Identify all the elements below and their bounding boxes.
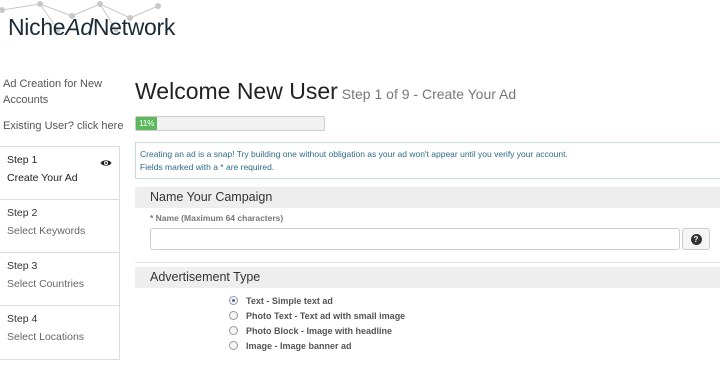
question-icon: ? <box>690 233 702 245</box>
step-label: Select Countries <box>7 278 85 290</box>
progress-bar: 11% <box>135 116 325 131</box>
radio-label: Text - Simple text ad <box>246 295 333 306</box>
step-label: Create Your Ad <box>7 172 78 184</box>
campaign-name-input[interactable] <box>150 228 680 250</box>
page-title: Welcome New User Step 1 of 9 - Create You… <box>135 78 516 105</box>
logo-text-network: Network <box>92 14 176 40</box>
logo-text-ad: Ad <box>65 14 93 40</box>
name-field-label: * Name (Maximum 64 characters) <box>150 213 284 223</box>
page-title-text: Welcome New User <box>135 78 338 104</box>
step-number: Step 4 <box>7 313 38 325</box>
info-alert: Creating an ad is a snap! Try building o… <box>135 142 720 179</box>
required-note: Fields marked with a * are required. <box>140 162 275 172</box>
step-number: Step 3 <box>7 260 38 272</box>
step-item-4[interactable]: Step 4 Select Locations <box>0 306 119 359</box>
radio-button[interactable] <box>229 296 238 305</box>
step-item-3[interactable]: Step 3 Select Countries <box>0 253 119 306</box>
section-divider <box>135 262 720 263</box>
page-subtitle: Step 1 of 9 - Create Your Ad <box>341 86 517 102</box>
radio-label: Photo Text - Text ad with small image <box>246 310 406 321</box>
campaign-section-heading: Name Your Campaign <box>135 187 720 208</box>
existing-user-link[interactable]: Existing User? click here <box>3 120 123 132</box>
help-button[interactable]: ? <box>682 228 710 250</box>
ad-type-radio-group: Text - Simple text ad Photo Text - Text … <box>229 293 405 353</box>
radio-label: Photo Block - Image with headline <box>246 325 393 336</box>
ad-type-option-image[interactable]: Image - Image banner ad <box>229 338 405 353</box>
sidebar-intro: Ad Creation for New Accounts <box>3 78 103 106</box>
info-text-line: Creating an ad is a snap! Try building o… <box>140 149 568 159</box>
step-number: Step 1 <box>7 154 38 166</box>
ad-type-option-text[interactable]: Text - Simple text ad <box>229 293 405 308</box>
step-number: Step 2 <box>7 207 38 219</box>
radio-button[interactable] <box>229 341 238 350</box>
ad-type-option-photo-text[interactable]: Photo Text - Text ad with small image <box>229 308 405 323</box>
steps-nav: Step 1 Create Your Ad Step 2 Select Keyw… <box>0 146 120 360</box>
site-logo[interactable]: NicheAdNetwork <box>8 14 175 41</box>
step-label: Select Keywords <box>7 225 86 237</box>
logo-text-niche: Niche <box>8 14 66 40</box>
step-label: Select Locations <box>7 331 85 343</box>
step-item-2[interactable]: Step 2 Select Keywords <box>0 200 119 253</box>
eye-icon <box>100 160 112 166</box>
ad-type-section-heading: Advertisement Type <box>135 267 720 288</box>
progress-fill: 11% <box>136 117 157 130</box>
step-item-1[interactable]: Step 1 Create Your Ad <box>0 147 119 200</box>
ad-type-option-photo-block[interactable]: Photo Block - Image with headline <box>229 323 405 338</box>
radio-button[interactable] <box>229 311 238 320</box>
radio-button[interactable] <box>229 326 238 335</box>
radio-label: Image - Image banner ad <box>246 340 352 351</box>
